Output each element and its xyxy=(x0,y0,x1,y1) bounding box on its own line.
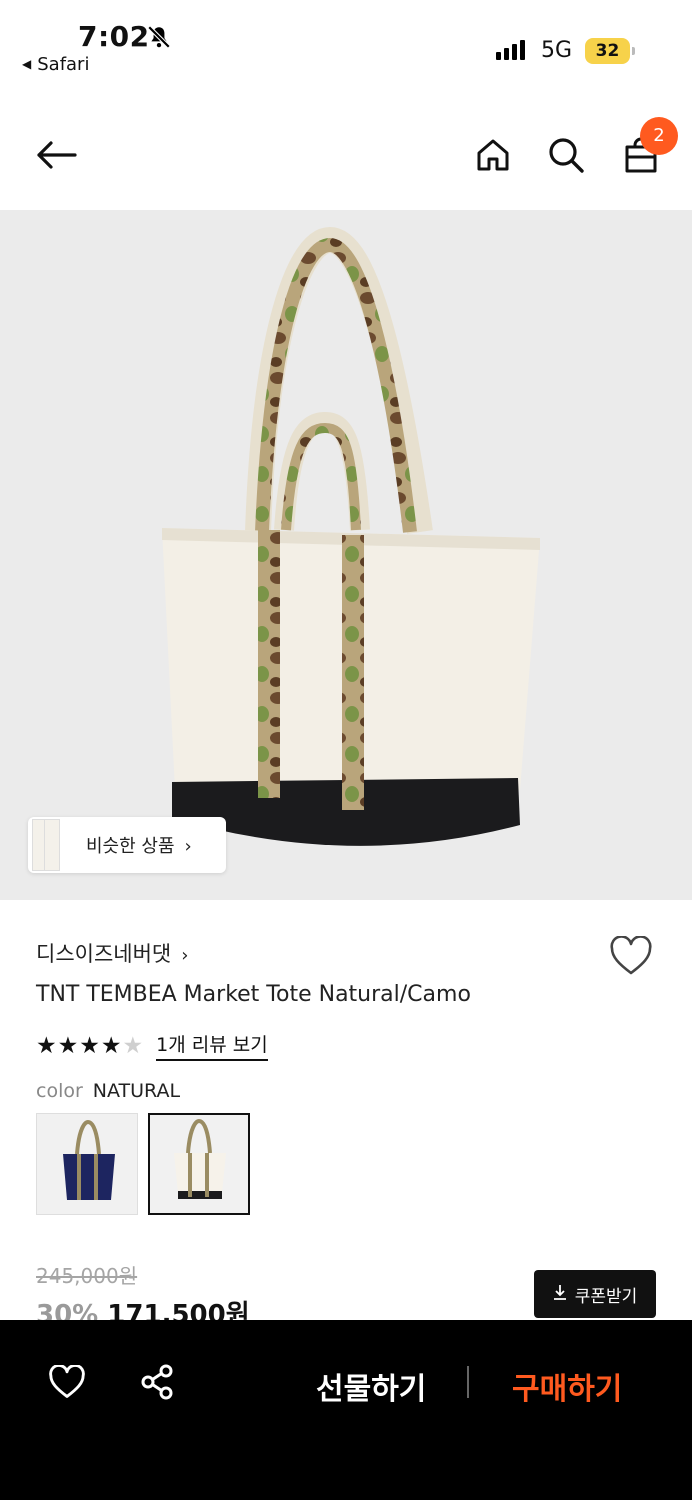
cart-count-badge: 2 xyxy=(640,117,678,155)
star-icon: ★ xyxy=(36,1032,57,1059)
battery-cap xyxy=(632,47,635,55)
bottom-action-bar: 선물하기 구매하기 xyxy=(0,1320,692,1500)
brand-link[interactable]: 디스이즈네버댓 › xyxy=(36,938,188,968)
natural-tote-thumb xyxy=(174,1118,226,1199)
chevron-right-icon: › xyxy=(181,945,189,966)
similar-thumbnails xyxy=(30,817,64,873)
wishlist-heart-icon[interactable] xyxy=(609,935,653,980)
home-icon xyxy=(475,137,511,177)
tote-bag-illustration xyxy=(162,226,540,846)
rating-stars: ★★★★★ xyxy=(36,1033,144,1059)
wishlist-button[interactable] xyxy=(43,1360,91,1408)
signal-icon xyxy=(496,40,525,60)
swatch-navy[interactable] xyxy=(36,1113,138,1215)
color-label: color xyxy=(36,1080,83,1102)
product-name: TNT TEMBEA Market Tote Natural/Camo xyxy=(36,982,471,1007)
similar-products-button[interactable]: 비슷한 상품 › xyxy=(28,817,226,873)
back-to-app[interactable]: ◀ Safari xyxy=(22,54,89,75)
star-icon: ★ xyxy=(57,1032,79,1059)
rating-row: ★★★★★ 1개 리뷰 보기 xyxy=(36,1030,268,1061)
gift-button[interactable]: 선물하기 xyxy=(316,1364,426,1408)
home-button[interactable] xyxy=(468,132,518,182)
search-icon xyxy=(547,136,585,178)
back-button[interactable] xyxy=(31,132,81,182)
download-icon xyxy=(553,1284,567,1304)
back-arrow-icon xyxy=(35,139,77,175)
navy-tote-thumb xyxy=(63,1119,115,1200)
bell-off-icon xyxy=(146,24,172,54)
star-icon: ★ xyxy=(100,1032,122,1059)
swatch-natural[interactable] xyxy=(148,1113,250,1215)
star-icon: ★ xyxy=(79,1032,100,1059)
share-button[interactable] xyxy=(133,1360,181,1408)
search-button[interactable] xyxy=(541,132,591,182)
heart-icon xyxy=(48,1364,86,1403)
top-nav xyxy=(0,110,692,206)
status-time: 7:02 xyxy=(78,20,150,53)
color-row: color NATURAL xyxy=(36,1080,180,1102)
share-icon xyxy=(139,1364,175,1404)
brand-name: 디스이즈네버댓 xyxy=(36,942,172,966)
color-value: NATURAL xyxy=(92,1080,181,1102)
battery-level: 32 xyxy=(585,38,630,64)
star-icon: ★ xyxy=(122,1032,144,1059)
product-image[interactable] xyxy=(0,210,692,900)
coupon-label: 쿠폰받기 xyxy=(574,1286,638,1307)
chevron-right-icon: › xyxy=(184,836,192,857)
network-type: 5G xyxy=(541,38,573,63)
coupon-button[interactable]: 쿠폰받기 xyxy=(534,1270,656,1318)
divider xyxy=(467,1366,469,1398)
similar-products-label: 비슷한 상품 xyxy=(86,836,175,857)
back-app-label: Safari xyxy=(37,54,90,75)
review-link[interactable]: 1개 리뷰 보기 xyxy=(156,1030,268,1061)
buy-button[interactable]: 구매하기 xyxy=(512,1364,622,1408)
original-price: 245,000원 xyxy=(36,1264,138,1288)
status-bar: 7:02 ◀ Safari 5G 32 xyxy=(0,0,692,90)
